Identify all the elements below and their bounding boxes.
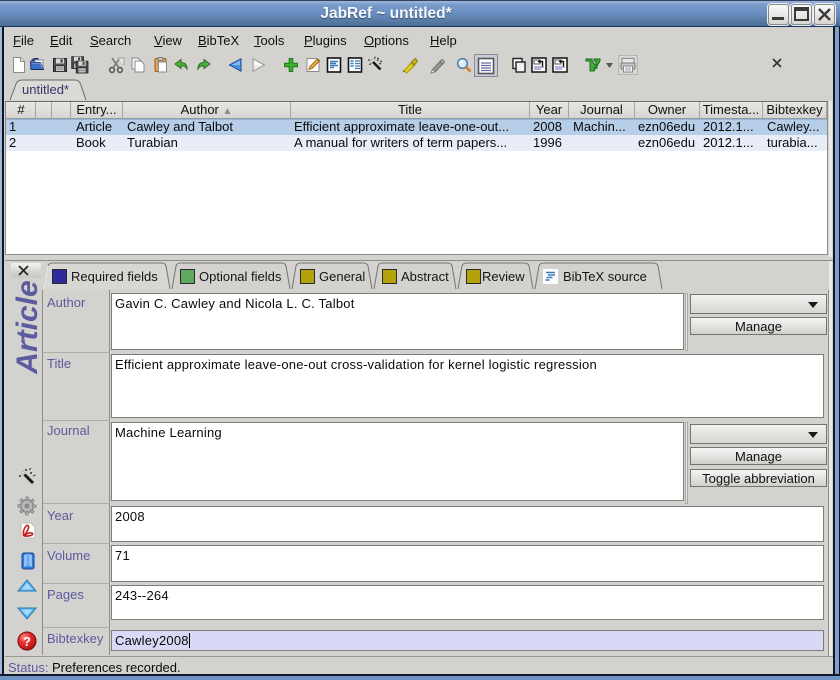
svg-text:?: ?: [23, 634, 31, 649]
svg-text:untitled*: untitled*: [22, 82, 69, 97]
